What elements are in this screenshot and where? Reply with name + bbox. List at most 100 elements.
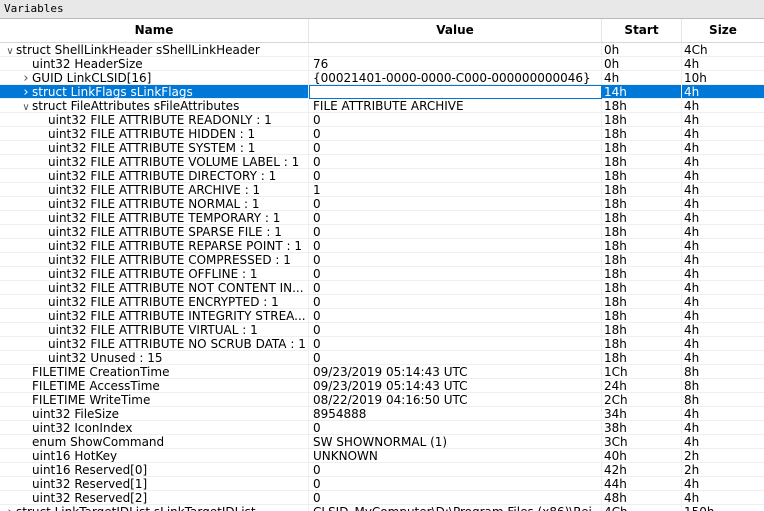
tree-row[interactable]: enum ShowCommand SW SHOWNORMAL (1) 3Ch 4h [0,435,764,449]
tree-row[interactable]: uint32 FILE ATTRIBUTE HIDDEN : 1 0 18h 4h [0,127,764,141]
tree-row[interactable]: ∨ struct FileAttributes sFileAttributes FI… [0,99,764,113]
chevron-down-icon[interactable]: ∨ [4,45,16,56]
value-cell[interactable]: 0 [309,211,602,225]
variables-tree[interactable]: ∨ struct ShellLinkHeader sShellLinkHeader… [0,43,764,511]
tree-row[interactable]: uint32 FILE ATTRIBUTE TEMPORARY : 1 0 18h 4… [0,211,764,225]
name-cell[interactable]: uint32 HeaderSize [0,57,309,71]
value-cell[interactable]: FILE ATTRIBUTE ARCHIVE [309,99,602,113]
name-cell[interactable]: uint32 FILE ATTRIBUTE NO SCRUB DATA : 1 [0,337,309,351]
name-cell[interactable]: ∨ struct FileAttributes sFileAttributes [0,99,309,113]
name-cell[interactable]: uint32 FILE ATTRIBUTE OFFLINE : 1 [0,267,309,281]
value-cell[interactable]: 0 [309,281,602,295]
tree-row[interactable]: uint32 FILE ATTRIBUTE VOLUME LABEL : 1 01… [0,155,764,169]
name-cell[interactable]: uint32 FILE ATTRIBUTE READONLY : 1 [0,113,309,127]
tree-row[interactable]: FILETIME WriteTime 08/22/2019 04:16:50 UT… [0,393,764,407]
value-cell[interactable]: 0 [309,309,602,323]
value-cell[interactable]: 0 [309,127,602,141]
value-cell[interactable]: SW SHOWNORMAL (1) [309,435,602,449]
tree-row[interactable]: uint32 FILE ATTRIBUTE NORMAL : 1 0 18h 4h [0,197,764,211]
value-cell[interactable]: 0 [309,169,602,183]
name-cell[interactable]: uint32 FILE ATTRIBUTE SPARSE FILE : 1 [0,225,309,239]
name-cell[interactable]: uint32 Unused : 15 [0,351,309,365]
name-cell[interactable]: uint32 FILE ATTRIBUTE ARCHIVE : 1 [0,183,309,197]
name-cell[interactable]: FILETIME WriteTime [0,393,309,407]
tree-row[interactable]: uint32 FILE ATTRIBUTE OFFLINE : 1 0 18h 4h [0,267,764,281]
value-cell[interactable]: 0 [309,477,602,491]
value-cell[interactable]: 0 [309,463,602,477]
tree-row[interactable]: FILETIME AccessTime 09/23/2019 05:14:43 U… [0,379,764,393]
name-cell[interactable]: uint32 FILE ATTRIBUTE HIDDEN : 1 [0,127,309,141]
name-cell[interactable]: ›struct LinkTargetIDList sLinkTargetIDLi… [0,505,309,511]
tree-row[interactable]: ›struct LinkTargetIDList sLinkTargetIDLi… [0,505,764,511]
value-cell[interactable]: 0 [309,141,602,155]
tree-row[interactable]: uint16 HotKey UNKNOWN 40h 2h [0,449,764,463]
tree-row[interactable]: uint32 FILE ATTRIBUTE DIRECTORY : 1 0 18h 4… [0,169,764,183]
tree-row[interactable]: uint16 Reserved[0] 0 42h 2h [0,463,764,477]
value-cell[interactable]: 1 [309,183,602,197]
chevron-right-icon[interactable]: › [4,506,16,511]
value-cell[interactable]: 0 [309,239,602,253]
value-cell[interactable]: 0 [309,351,602,365]
name-cell[interactable]: enum ShowCommand [0,435,309,449]
tree-row[interactable]: uint32 FILE ATTRIBUTE SPARSE FILE : 1 0 18… [0,225,764,239]
name-cell[interactable]: uint32 FILE ATTRIBUTE NORMAL : 1 [0,197,309,211]
name-cell[interactable]: uint32 FILE ATTRIBUTE ENCRYPTED : 1 [0,295,309,309]
tree-row[interactable]: uint32 FILE ATTRIBUTE COMPRESSED : 1 0 18h… [0,253,764,267]
name-cell[interactable]: uint32 FILE ATTRIBUTE SYSTEM : 1 [0,141,309,155]
name-cell[interactable]: uint32 FILE ATTRIBUTE REPARSE POINT : 1 [0,239,309,253]
value-cell[interactable]: 0 [309,323,602,337]
tree-row[interactable]: › GUID LinkCLSID[16] {00021401-0000-0000-C… [0,71,764,85]
tree-row[interactable]: FILETIME CreationTime 09/23/2019 05:14:43… [0,365,764,379]
value-cell[interactable] [309,85,602,99]
tree-row[interactable]: uint32 FILE ATTRIBUTE REPARSE POINT : 1 0… [0,239,764,253]
tree-row[interactable]: uint32 FILE ATTRIBUTE ENCRYPTED : 1 0 18h 4… [0,295,764,309]
name-cell[interactable]: uint32 FILE ATTRIBUTE TEMPORARY : 1 [0,211,309,225]
tree-row[interactable]: uint32 FILE ATTRIBUTE VIRTUAL : 1 0 18h 4h [0,323,764,337]
name-cell[interactable]: uint32 Reserved[2] [0,491,309,505]
name-cell[interactable]: FILETIME AccessTime [0,379,309,393]
tree-row[interactable]: ∨ struct ShellLinkHeader sShellLinkHeader… [0,43,764,57]
name-cell[interactable]: › GUID LinkCLSID[16] [0,71,309,85]
value-cell[interactable]: 09/23/2019 05:14:43 UTC [309,365,602,379]
value-cell[interactable]: UNKNOWN [309,449,602,463]
value-cell[interactable]: 0 [309,267,602,281]
tree-row[interactable]: uint32 IconIndex 0 38h 4h [0,421,764,435]
value-cell[interactable]: 0 [309,295,602,309]
tree-row[interactable]: uint32 Reserved[2] 0 48h 4h [0,491,764,505]
name-cell[interactable]: uint32 FILE ATTRIBUTE DIRECTORY : 1 [0,169,309,183]
value-cell[interactable] [309,43,602,57]
tree-row[interactable]: uint32 FILE ATTRIBUTE INTEGRITY STREA...… [0,309,764,323]
tree-row[interactable]: uint32 FILE ATTRIBUTE SYSTEM : 1 0 18h 4h [0,141,764,155]
tree-row[interactable]: uint32 FILE ATTRIBUTE READONLY : 1 0 18h 4h [0,113,764,127]
name-cell[interactable]: uint16 HotKey [0,449,309,463]
column-header-name[interactable]: Name [0,19,309,42]
name-cell[interactable]: uint32 Reserved[1] [0,477,309,491]
chevron-down-icon[interactable]: ∨ [20,101,32,112]
value-cell[interactable]: 0 [309,253,602,267]
value-cell[interactable]: 0 [309,155,602,169]
value-cell[interactable]: 8954888 [309,407,602,421]
column-header-start[interactable]: Start [602,19,682,42]
column-header-size[interactable]: Size [682,19,764,42]
name-cell[interactable]: uint32 FILE ATTRIBUTE NOT CONTENT IN... [0,281,309,295]
tree-row[interactable]: › struct LinkFlags sLinkFlags 14h 4h [0,85,764,99]
name-cell[interactable]: uint32 IconIndex [0,421,309,435]
value-cell[interactable]: {00021401-0000-0000-C000-000000000046} [309,71,602,85]
value-cell[interactable]: 76 [309,57,602,71]
name-cell[interactable]: uint32 FileSize [0,407,309,421]
value-cell[interactable]: 0 [309,491,602,505]
value-cell[interactable]: 0 [309,113,602,127]
tree-row[interactable]: uint32 HeaderSize 76 0h 4h [0,57,764,71]
name-cell[interactable]: FILETIME CreationTime [0,365,309,379]
chevron-right-icon[interactable]: › [20,86,32,99]
name-cell[interactable]: uint32 FILE ATTRIBUTE INTEGRITY STREA... [0,309,309,323]
tree-row[interactable]: uint32 Unused : 15 0 18h 4h [0,351,764,365]
tree-row[interactable]: uint32 FileSize 8954888 34h 4h [0,407,764,421]
tree-row[interactable]: uint32 FILE ATTRIBUTE NO SCRUB DATA : 10… [0,337,764,351]
name-cell[interactable]: › struct LinkFlags sLinkFlags [0,85,309,99]
column-header-value[interactable]: Value [309,19,602,42]
chevron-right-icon[interactable]: › [20,72,32,85]
name-cell[interactable]: uint32 FILE ATTRIBUTE VOLUME LABEL : 1 [0,155,309,169]
name-cell[interactable]: ∨ struct ShellLinkHeader sShellLinkHeader [0,43,309,57]
tree-row[interactable]: uint32 Reserved[1] 0 44h 4h [0,477,764,491]
